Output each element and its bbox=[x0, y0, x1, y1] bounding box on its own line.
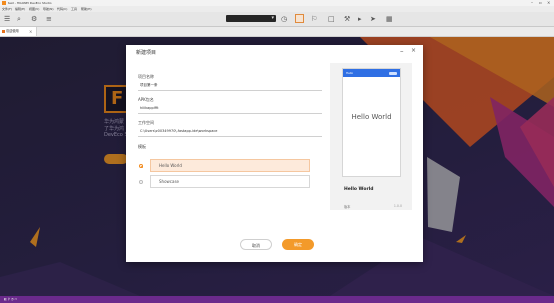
workspace-input[interactable]: C:\Users\z00349970\.fastapp-ide\workspac… bbox=[140, 129, 217, 133]
dialog-title: 新建项目 bbox=[136, 50, 157, 56]
tab-label: 欢迎使用 bbox=[6, 29, 19, 33]
close-icon[interactable]: × bbox=[411, 47, 416, 54]
project-name-input[interactable]: 项目第一条 bbox=[140, 83, 158, 88]
ok-button[interactable]: 确定 bbox=[282, 239, 314, 250]
stop-icon[interactable]: □ bbox=[328, 15, 335, 23]
template-radio-hello-world[interactable] bbox=[139, 164, 143, 168]
run-button[interactable] bbox=[295, 14, 304, 23]
status-bar: ◧ ⚲ ◔ ▭ bbox=[0, 296, 554, 303]
tab-close-icon[interactable]: × bbox=[29, 27, 32, 36]
template-label: Hello World bbox=[159, 163, 182, 168]
preview-meta-key: 版本 bbox=[344, 205, 351, 209]
menu-icon[interactable]: ☰ bbox=[4, 15, 10, 23]
preview-content-text: Hello World bbox=[351, 113, 392, 121]
preview-app-bar-title: Hello bbox=[346, 71, 354, 75]
status-icons[interactable]: ◧ ⚲ ◔ ▭ bbox=[4, 296, 17, 303]
build-icon[interactable]: ⚒ bbox=[344, 15, 350, 23]
new-project-dialog: 新建项目 – × 项目名称 项目第一条 APK包名 hiiikapplfft 工… bbox=[126, 45, 423, 262]
template-label: Showcase bbox=[159, 179, 179, 184]
settings-icon[interactable]: ⚙ bbox=[31, 15, 37, 23]
clock-icon[interactable]: ◷ bbox=[281, 15, 287, 23]
preview-meta-value: 1.0.0 bbox=[393, 204, 402, 208]
chevron-down-icon: ▾ bbox=[271, 15, 274, 21]
phone-preview: Hello Hello World bbox=[342, 68, 401, 177]
workspace-label: 工作空间 bbox=[138, 120, 154, 125]
toolbar: ☰ ⌕ ⚙ ≡ ▾ ◷ ⚐ □ ⚒ ▸ ➤ ▦ bbox=[0, 12, 554, 27]
debug-icon[interactable]: ⚐ bbox=[311, 15, 317, 23]
send-icon[interactable]: ➤ bbox=[370, 15, 376, 23]
template-option-hello-world[interactable]: Hello World bbox=[150, 159, 310, 172]
template-label: 模板 bbox=[138, 144, 146, 149]
input-underline bbox=[138, 90, 322, 91]
preview-app-bar: Hello bbox=[343, 69, 400, 77]
preview-template-name: Hello World bbox=[344, 187, 374, 192]
package-name-input[interactable]: hiiikapplfft bbox=[140, 106, 158, 110]
editor-tab-bar: 欢迎使用 × bbox=[0, 27, 554, 37]
app-icon bbox=[2, 1, 6, 5]
filter-icon[interactable]: ≡ bbox=[46, 15, 52, 23]
search-icon[interactable]: ⌕ bbox=[17, 15, 21, 23]
device-select[interactable]: ▾ bbox=[226, 15, 276, 22]
grid-icon[interactable]: ▦ bbox=[386, 15, 393, 23]
input-underline bbox=[138, 113, 322, 114]
minimize-icon[interactable]: – bbox=[400, 47, 404, 55]
input-underline bbox=[138, 136, 322, 137]
cancel-button[interactable]: 取消 bbox=[240, 239, 272, 250]
package-name-label: APK包名 bbox=[138, 97, 154, 102]
preview-toggle-icon bbox=[389, 72, 397, 75]
template-option-showcase[interactable]: Showcase bbox=[150, 175, 310, 188]
tab-welcome[interactable]: 欢迎使用 × bbox=[0, 27, 37, 36]
template-radio-showcase[interactable] bbox=[139, 180, 143, 184]
run-icon[interactable]: ▸ bbox=[358, 15, 362, 23]
welcome-tab-icon bbox=[2, 30, 5, 33]
project-name-label: 项目名称 bbox=[138, 74, 154, 79]
